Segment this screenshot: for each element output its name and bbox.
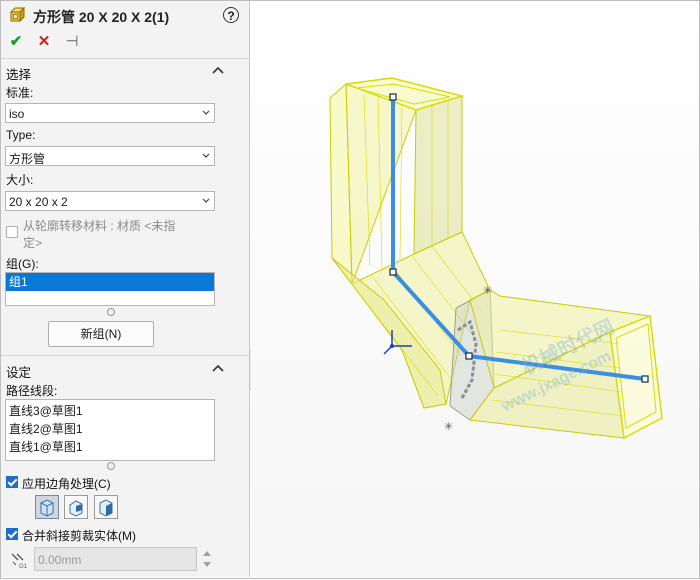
chevron-down-icon [202, 110, 210, 115]
divider [1, 355, 249, 356]
type-label: Type: [6, 128, 36, 142]
spin-arrows-icon[interactable] [200, 547, 214, 571]
transfer-material-checkbox[interactable] [6, 226, 18, 238]
type-select[interactable]: 方形管 [5, 146, 215, 166]
apply-corner-checkbox[interactable] [6, 476, 18, 488]
tube-model[interactable]: ✳ ✳ [251, 1, 698, 577]
list-item[interactable]: 直线3@草图1 [6, 402, 214, 420]
corner-end-miter-button[interactable] [64, 495, 88, 519]
chevron-down-icon [202, 153, 210, 158]
star-marker-icon: ✳ [444, 420, 453, 433]
graphics-viewport[interactable]: ✳ ✳ 机械时代网 www.jxage.com [251, 1, 698, 577]
path-segments-label: 路径线段: [6, 384, 58, 398]
size-select[interactable]: 20 x 20 x 2 [5, 191, 215, 211]
resize-handle[interactable] [107, 462, 115, 470]
end-trim-icon [40, 499, 54, 517]
sketch-point[interactable] [389, 268, 397, 276]
sketch-point[interactable] [641, 375, 649, 383]
transfer-material-label: 从轮廓转移材料 : 材质 <未指 [23, 219, 176, 233]
star-marker-icon: ✳ [483, 284, 492, 297]
sketch-point[interactable] [465, 352, 473, 360]
sketch-point[interactable] [389, 93, 397, 101]
size-label: 大小: [6, 173, 34, 187]
ok-check-icon[interactable]: ✔ [7, 33, 25, 51]
gap-value: 0.00mm [38, 553, 82, 567]
standard-select[interactable]: iso [5, 103, 215, 123]
group-label: 组(G): [6, 257, 39, 271]
svg-text:G1: G1 [19, 564, 28, 570]
help-icon[interactable]: ? [223, 7, 239, 23]
new-group-button[interactable]: 新组(N) [48, 321, 154, 347]
standard-value: iso [9, 107, 25, 121]
transfer-material-label-cont: 定> [23, 236, 43, 250]
resize-handle[interactable] [107, 308, 115, 316]
structure-member-icon [9, 7, 25, 23]
merge-miter-checkbox[interactable] [6, 528, 18, 540]
collapse-chevron-icon[interactable] [212, 363, 224, 373]
action-bar: ✔ ✕ ⊣ [1, 29, 249, 55]
end-miter-icon [69, 500, 83, 517]
apply-corner-label: 应用边角处理(C) [22, 477, 111, 491]
list-item[interactable]: 直线1@草图1 [6, 438, 214, 456]
horizontal-tube [469, 289, 663, 440]
list-item[interactable]: 直线2@草图1 [6, 420, 214, 438]
pushpin-icon[interactable]: ⊣ [63, 33, 81, 51]
property-manager-panel: 方形管 20 X 20 X 2(1) ? ✔ ✕ ⊣ 选择 标准: iso Ty… [1, 1, 250, 577]
path-segments-list[interactable]: 直线3@草图1 直线2@草图1 直线1@草图1 [5, 399, 215, 461]
gap-input[interactable]: 0.00mm [34, 547, 197, 571]
chevron-down-icon [202, 198, 210, 203]
corner-end-trim-button[interactable] [35, 495, 59, 519]
section-header-selection: 选择 [6, 68, 32, 82]
page-title: 方形管 20 X 20 X 2(1) [33, 9, 170, 25]
collapse-chevron-icon[interactable] [212, 65, 224, 75]
end-butt-icon [99, 499, 113, 517]
group-list[interactable]: 组1 [5, 272, 215, 306]
section-header-settings: 设定 [6, 366, 32, 380]
standard-label: 标准: [6, 86, 34, 100]
corner-end-butt-button[interactable] [94, 495, 118, 519]
type-value: 方形管 [9, 152, 46, 166]
size-value: 20 x 20 x 2 [9, 195, 68, 209]
divider [1, 58, 249, 59]
title-bar: 方形管 20 X 20 X 2(1) ? [1, 1, 249, 29]
cancel-x-icon[interactable]: ✕ [35, 33, 53, 51]
list-item[interactable]: 组1 [6, 273, 214, 291]
gap-icon: G1 [11, 553, 28, 570]
merge-miter-label: 合并斜接剪裁实体(M) [22, 529, 136, 543]
